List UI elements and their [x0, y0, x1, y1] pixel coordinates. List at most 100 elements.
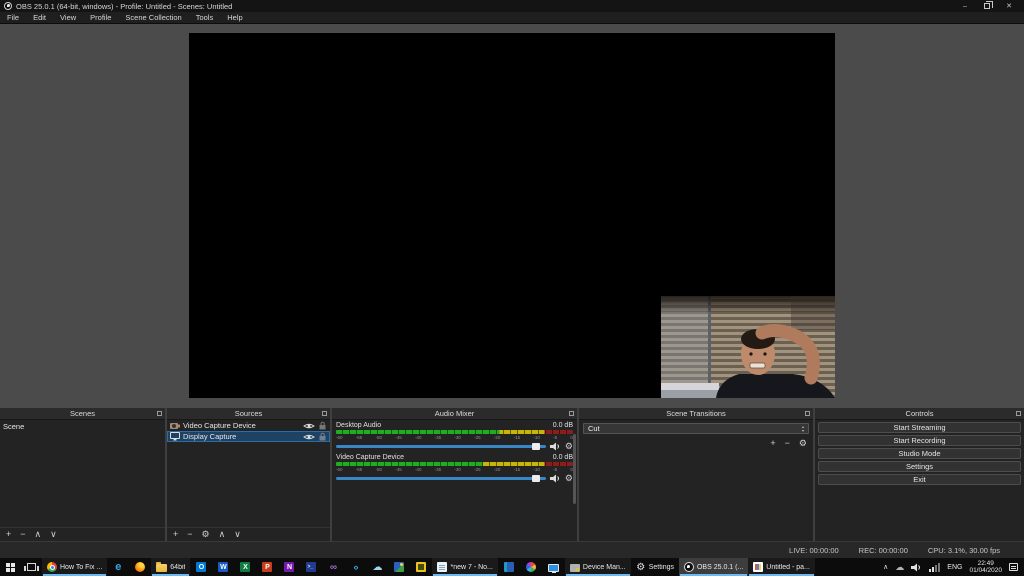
taskbar-item-notepad[interactable]: *new 7 - No... — [432, 558, 498, 576]
taskbar-item-word[interactable]: W — [212, 558, 234, 576]
task-view-icon — [24, 563, 39, 571]
settings-button[interactable]: Settings — [818, 461, 1021, 472]
dock-icon — [805, 411, 810, 416]
taskbar-item-obs[interactable]: OBS 25.0.1 (... — [678, 558, 749, 576]
obs-icon — [683, 562, 694, 572]
desktop: OBS 25.0.1 (64-bit, windows) - Profile: … — [0, 0, 1024, 576]
tray-chevron-icon[interactable]: ∧ — [883, 563, 888, 571]
scenes-toolbar: + − ∧ ∨ — [0, 527, 165, 541]
taskbar-item-image-viewer[interactable] — [410, 558, 432, 576]
menu-scene-collection[interactable]: Scene Collection — [118, 12, 188, 23]
remove-transition-button[interactable]: − — [785, 438, 790, 449]
volume-slider-handle[interactable] — [531, 443, 540, 450]
edge-icon: e — [115, 561, 122, 573]
sources-toolbar: + − ⚙ ∧ ∨ — [167, 527, 330, 541]
add-source-button[interactable]: + — [173, 528, 178, 541]
cpu-fps: CPU: 3.1%, 30.00 fps — [927, 545, 1000, 555]
taskbar-item-onenote[interactable]: N — [278, 558, 300, 576]
taskbar-item-powerpoint[interactable]: P — [256, 558, 278, 576]
taskbar-item-firefox[interactable] — [129, 558, 151, 576]
folder-icon — [156, 562, 168, 572]
source-row-display-capture[interactable]: Display Capture — [167, 431, 330, 442]
clock[interactable]: 22:49 01/04/2020 — [969, 560, 1002, 574]
source-properties-button[interactable]: ⚙ — [202, 528, 210, 541]
menu-file[interactable]: File — [0, 12, 26, 23]
window-controls: – ✕ — [954, 0, 1020, 12]
taskbar-item-photos[interactable] — [388, 558, 410, 576]
start-streaming-button[interactable]: Start Streaming — [818, 422, 1021, 433]
start-button[interactable] — [0, 558, 21, 576]
exit-button[interactable]: Exit — [818, 474, 1021, 485]
pinwheel-icon — [525, 562, 536, 572]
taskbar-item-store[interactable] — [498, 558, 520, 576]
menu-bar: File Edit View Profile Scene Collection … — [0, 12, 1024, 24]
tray-speaker-icon[interactable] — [911, 563, 922, 572]
taskbar-item-paint[interactable]: Untitled - pa... — [748, 558, 815, 576]
taskbar-item-device-manager[interactable]: Device Man... — [564, 558, 631, 576]
scene-up-button[interactable]: ∧ — [35, 528, 42, 541]
mixer-desktop-audio: Desktop Audio 0.0 dB -60 -55 -50 -45 -40 -35-… — [332, 420, 577, 452]
mixer-gear-icon[interactable]: ⚙ — [565, 442, 573, 451]
remove-scene-button[interactable]: − — [20, 528, 25, 541]
volume-slider[interactable] — [336, 475, 546, 482]
menu-profile[interactable]: Profile — [83, 12, 118, 23]
visibility-eye-icon[interactable] — [303, 433, 315, 441]
action-center-icon[interactable] — [1009, 563, 1018, 571]
speaker-icon[interactable] — [549, 442, 561, 451]
volume-slider-handle[interactable] — [531, 475, 540, 482]
volume-meter — [336, 430, 573, 434]
transition-properties-button[interactable]: ⚙ — [799, 438, 807, 449]
taskbar-item-pinwheel[interactable] — [520, 558, 542, 576]
scene-down-button[interactable]: ∨ — [50, 528, 57, 541]
taskbar-item-chrome[interactable]: How To Fix ... — [42, 558, 108, 576]
scene-transitions-title: Scene Transitions — [666, 409, 726, 418]
volume-slider[interactable] — [336, 443, 546, 450]
lock-icon[interactable] — [318, 432, 327, 441]
taskbar-item-settings[interactable]: ⚙ Settings — [631, 558, 679, 576]
start-recording-button[interactable]: Start Recording — [818, 435, 1021, 446]
obs-logo-icon — [4, 2, 12, 10]
webcam-source[interactable] — [661, 296, 835, 398]
taskbar-item-powershell[interactable]: >_ — [300, 558, 322, 576]
visibility-eye-icon[interactable] — [303, 422, 315, 430]
close-button[interactable]: ✕ — [998, 0, 1020, 12]
menu-tools[interactable]: Tools — [189, 12, 221, 23]
taskbar-item-label: Untitled - pa... — [766, 563, 810, 571]
network-icon[interactable] — [929, 562, 941, 572]
remove-source-button[interactable]: − — [187, 528, 192, 541]
taskbar-item-monitor-app[interactable] — [542, 558, 565, 576]
studio-mode-button[interactable]: Studio Mode — [818, 448, 1021, 459]
taskbar-item-visual-studio[interactable]: ∞ — [322, 558, 344, 576]
mixer-scrollbar[interactable] — [573, 434, 576, 504]
transition-select[interactable]: Cut ▴ ▾ — [583, 423, 809, 434]
source-up-button[interactable]: ∧ — [219, 528, 226, 541]
scene-transitions-header: Scene Transitions — [579, 408, 813, 420]
language-indicator[interactable]: ENG — [947, 564, 962, 571]
taskbar-item-folder[interactable]: 64bit — [151, 558, 191, 576]
minimize-button[interactable]: – — [954, 0, 976, 12]
taskbar-item-outlook[interactable]: O — [190, 558, 212, 576]
menu-view[interactable]: View — [53, 12, 83, 23]
task-view-button[interactable] — [21, 558, 42, 576]
menu-edit[interactable]: Edit — [26, 12, 53, 23]
preview-canvas[interactable] — [189, 33, 835, 398]
menu-help[interactable]: Help — [220, 12, 249, 23]
add-transition-button[interactable]: + — [770, 438, 775, 449]
add-scene-button[interactable]: + — [6, 528, 11, 541]
volume-meter — [336, 462, 573, 466]
onedrive-cloud-icon[interactable]: ☁ — [895, 562, 904, 573]
taskbar-item-excel[interactable]: X — [234, 558, 256, 576]
taskbar-item-edge[interactable]: e — [107, 558, 129, 576]
word-icon: W — [218, 562, 229, 572]
lock-icon[interactable] — [318, 421, 327, 430]
taskbar-item-weather[interactable]: ☁ — [366, 558, 388, 576]
mixer-gear-icon[interactable]: ⚙ — [565, 474, 573, 483]
taskbar-item-vscode[interactable]: ‹› — [344, 558, 366, 576]
source-row-video-capture[interactable]: Video Capture Device — [167, 420, 330, 431]
source-down-button[interactable]: ∨ — [234, 528, 241, 541]
restore-button[interactable] — [976, 0, 998, 12]
controls-panel: Controls Start Streaming Start Recording… — [815, 408, 1024, 541]
speaker-icon[interactable] — [549, 474, 561, 483]
chrome-icon — [47, 562, 57, 572]
scene-list-item[interactable]: Scene — [0, 420, 165, 433]
